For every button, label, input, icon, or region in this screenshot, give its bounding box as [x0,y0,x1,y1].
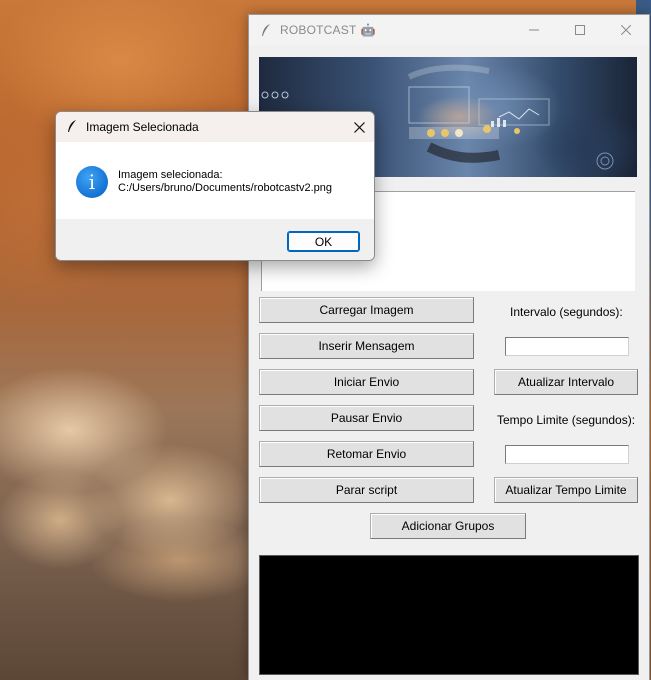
dialog-message-line1: Imagem selecionada: [118,169,223,181]
resume-send-button[interactable]: Retomar Envio [259,441,474,467]
minimize-icon [529,29,539,31]
close-icon [353,121,365,133]
dialog-titlebar[interactable]: Imagem Selecionada [56,112,374,142]
feather-icon [64,119,80,136]
ok-button[interactable]: OK [287,231,360,252]
dialog-message: Imagem selecionada: C:/Users/bruno/Docum… [118,169,332,195]
close-button[interactable] [603,15,649,45]
image-selected-dialog: Imagem Selecionada i Imagem selecionada:… [55,111,375,261]
dialog-message-path: C:/Users/bruno/Documents/robotcastv2.png [118,182,332,194]
log-console[interactable] [259,555,639,675]
add-groups-button[interactable]: Adicionar Grupos [370,513,526,539]
close-icon [621,25,631,35]
dialog-title: Imagem Selecionada [86,120,199,134]
insert-message-button[interactable]: Inserir Mensagem [259,333,474,359]
window-title: ROBOTCAST [280,23,357,37]
interval-input[interactable] [505,337,629,356]
robot-icon: 🤖 [360,23,376,37]
dialog-close-button[interactable] [344,112,374,142]
window-titlebar[interactable]: ROBOTCAST 🤖 [249,15,649,45]
update-interval-button[interactable]: Atualizar Intervalo [494,369,638,395]
time-limit-label: Tempo Limite (segundos): [497,413,636,427]
info-icon: i [76,166,108,198]
feather-icon [258,22,274,38]
pause-send-button[interactable]: Pausar Envio [259,405,474,431]
maximize-icon [575,25,585,35]
dialog-body: i Imagem selecionada: C:/Users/bruno/Doc… [56,142,374,219]
dialog-footer: OK [56,219,374,260]
time-limit-input[interactable] [505,445,629,464]
interval-label: Intervalo (segundos): [510,305,623,319]
minimize-button[interactable] [511,15,557,45]
start-send-button[interactable]: Iniciar Envio [259,369,474,395]
load-image-button[interactable]: Carregar Imagem [259,297,474,323]
maximize-button[interactable] [557,15,603,45]
update-time-limit-button[interactable]: Atualizar Tempo Limite [494,477,638,503]
stop-script-button[interactable]: Parar script [259,477,474,503]
